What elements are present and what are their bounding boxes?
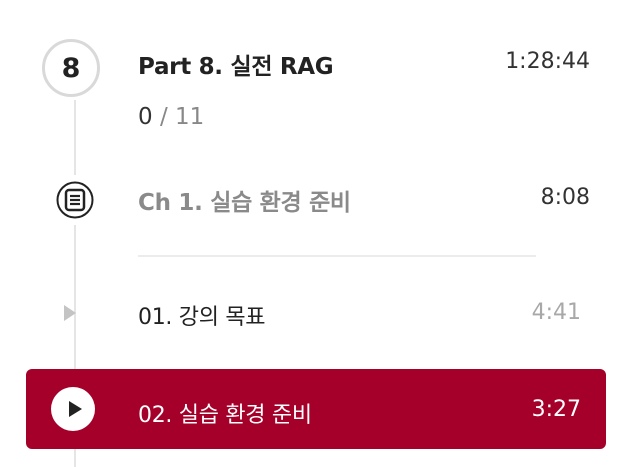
part-number: 8 [61, 52, 81, 84]
lesson-duration: 3:27 [531, 397, 581, 422]
lesson-item[interactable]: 01. 강의 목표 4:41 [0, 289, 621, 339]
progress-done: 0 [138, 104, 153, 130]
part-duration: 1:28:44 [505, 49, 590, 74]
part-number-badge: 8 [42, 39, 100, 97]
part-progress: 0 / 11 [138, 104, 204, 130]
play-triangle-icon [64, 305, 76, 321]
divider [138, 255, 536, 257]
lesson-item-active[interactable]: 02. 실습 환경 준비 3:27 [26, 369, 606, 449]
part-title[interactable]: Part 8. 실전 RAG [138, 47, 334, 81]
lesson-duration: 4:41 [531, 300, 581, 325]
chapter-title[interactable]: Ch 1. 실습 환경 준비 [138, 183, 351, 217]
progress-total: 11 [175, 104, 205, 130]
document-list-icon [50, 175, 100, 225]
progress-separator: / [159, 104, 168, 130]
lesson-title: 02. 실습 환경 준비 [138, 403, 312, 428]
chapter-duration: 8:08 [540, 185, 590, 210]
play-circle-icon[interactable] [51, 387, 95, 431]
lesson-title: 01. 강의 목표 [138, 305, 266, 330]
